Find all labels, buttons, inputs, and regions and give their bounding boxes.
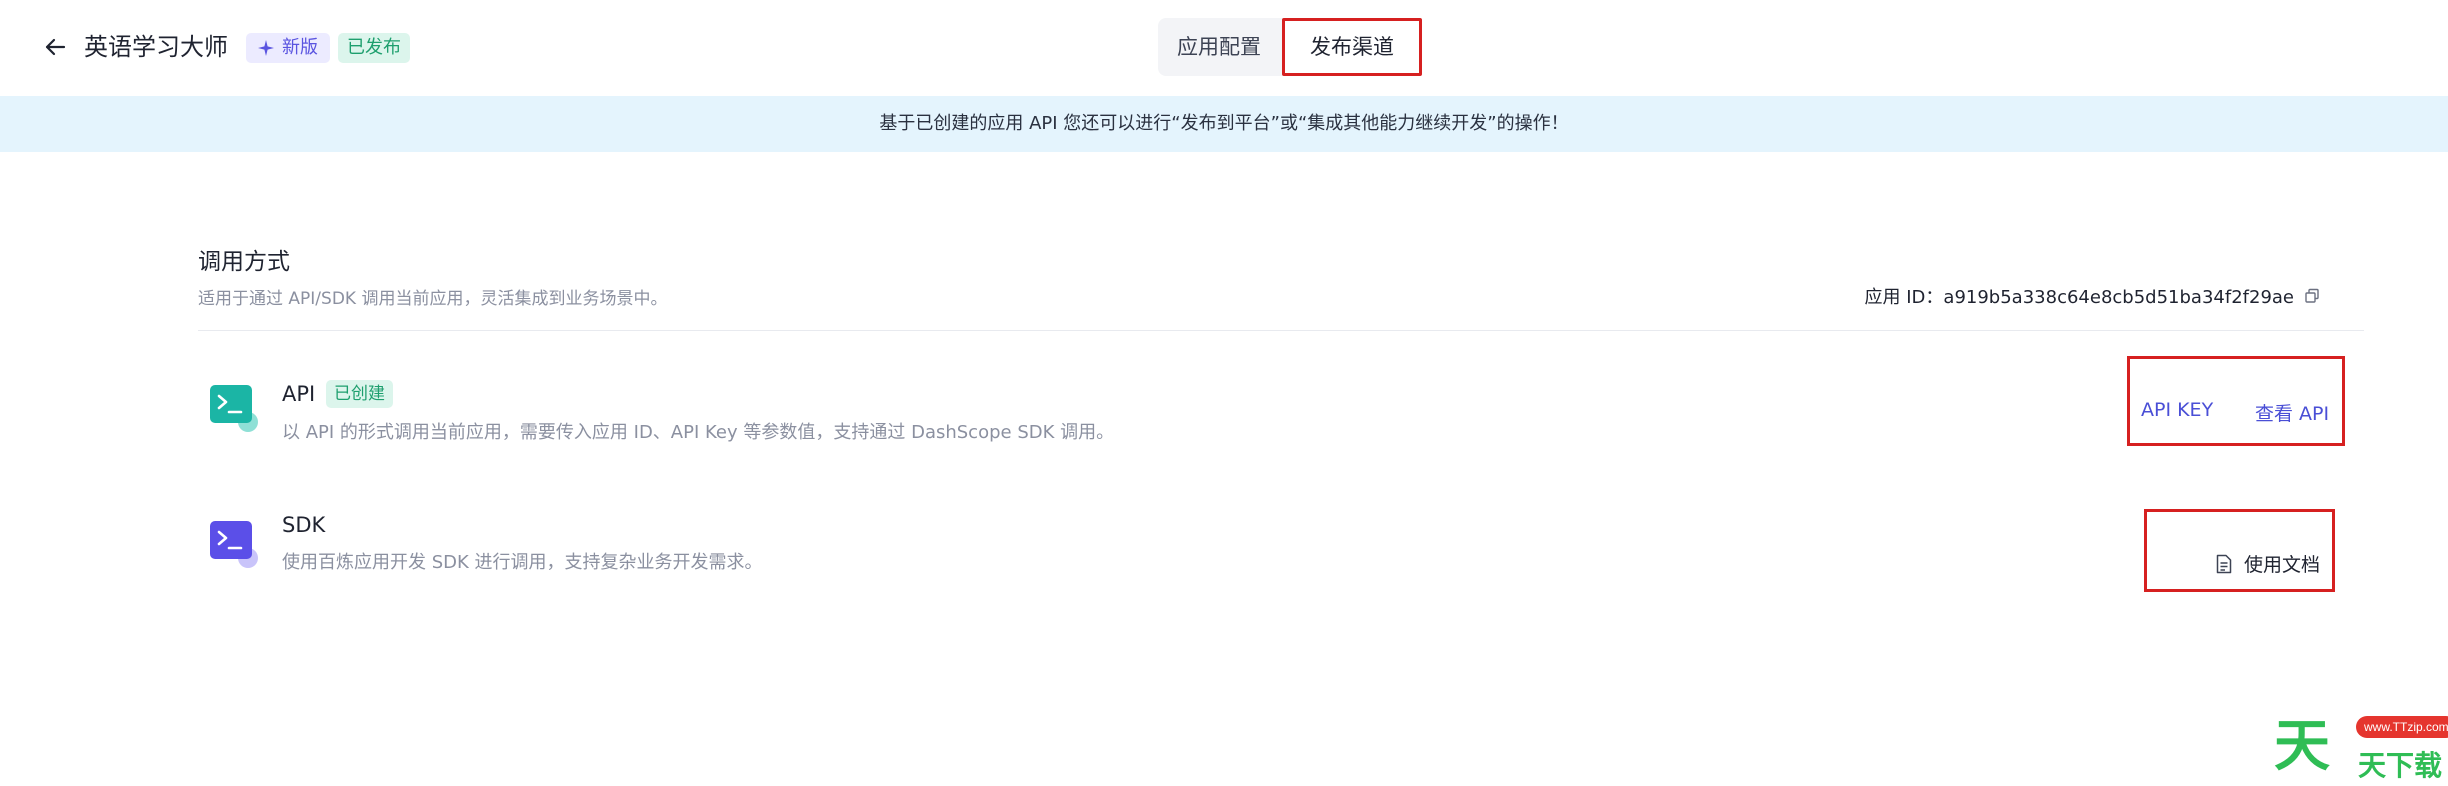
tab-bar: 应用配置 发布渠道 [1158,18,1422,76]
tab-app-config[interactable]: 应用配置 [1158,18,1280,76]
new-version-label: 新版 [282,37,318,58]
new-version-badge: 新版 [246,33,330,63]
app-title: 英语学习大师 [84,33,228,61]
sparkle-icon [258,40,274,56]
section-description: 适用于通过 API/SDK 调用当前应用，灵活集成到业务场景中。 [198,289,668,309]
app-id: 应用 ID：a919b5a338c64e8cb5d51ba34f2f29ae [1865,283,2320,309]
section-title: 调用方式 [198,249,290,275]
app-id-label: 应用 ID： [1864,287,1944,308]
section-divider [198,330,2364,331]
sdk-title: SDK [282,513,326,537]
published-badge: 已发布 [338,33,410,63]
tab-publish-channel[interactable]: 发布渠道 [1282,18,1422,76]
back-arrow-icon[interactable] [40,32,70,62]
api-key-link[interactable]: API KEY [2141,399,2213,421]
watermark-big-char: 天 [2274,714,2330,779]
terminal-icon-api [210,385,258,432]
api-description: 以 API 的形式调用当前应用，需要传入应用 ID、API Key 等参数值，支… [282,422,1115,443]
api-created-badge: 已创建 [326,380,393,408]
watermark-url: www.TTzip.com [2356,716,2448,738]
document-icon [2216,554,2232,573]
api-title: API [282,382,316,406]
info-banner: 基于已创建的应用 API 您还可以进行“发布到平台”或“集成其他能力继续开发”的… [0,96,2448,152]
terminal-icon-sdk [210,521,258,568]
docs-link-label: 使用文档 [2244,554,2321,576]
view-api-link[interactable]: 查看 API [2255,399,2329,426]
docs-link[interactable]: 使用文档 [2216,550,2320,577]
watermark-text: 天下载 [2358,749,2443,782]
app-id-value: a919b5a338c64e8cb5d51ba34f2f29ae [1943,287,2294,308]
sdk-description: 使用百炼应用开发 SDK 进行调用，支持复杂业务开发需求。 [282,552,763,573]
copy-icon[interactable] [2304,288,2320,304]
site-watermark: 天 www.TTzip.com 天下载 [2268,708,2448,786]
top-header: 英语学习大师 新版 已发布 应用配置 发布渠道 [0,0,2448,96]
